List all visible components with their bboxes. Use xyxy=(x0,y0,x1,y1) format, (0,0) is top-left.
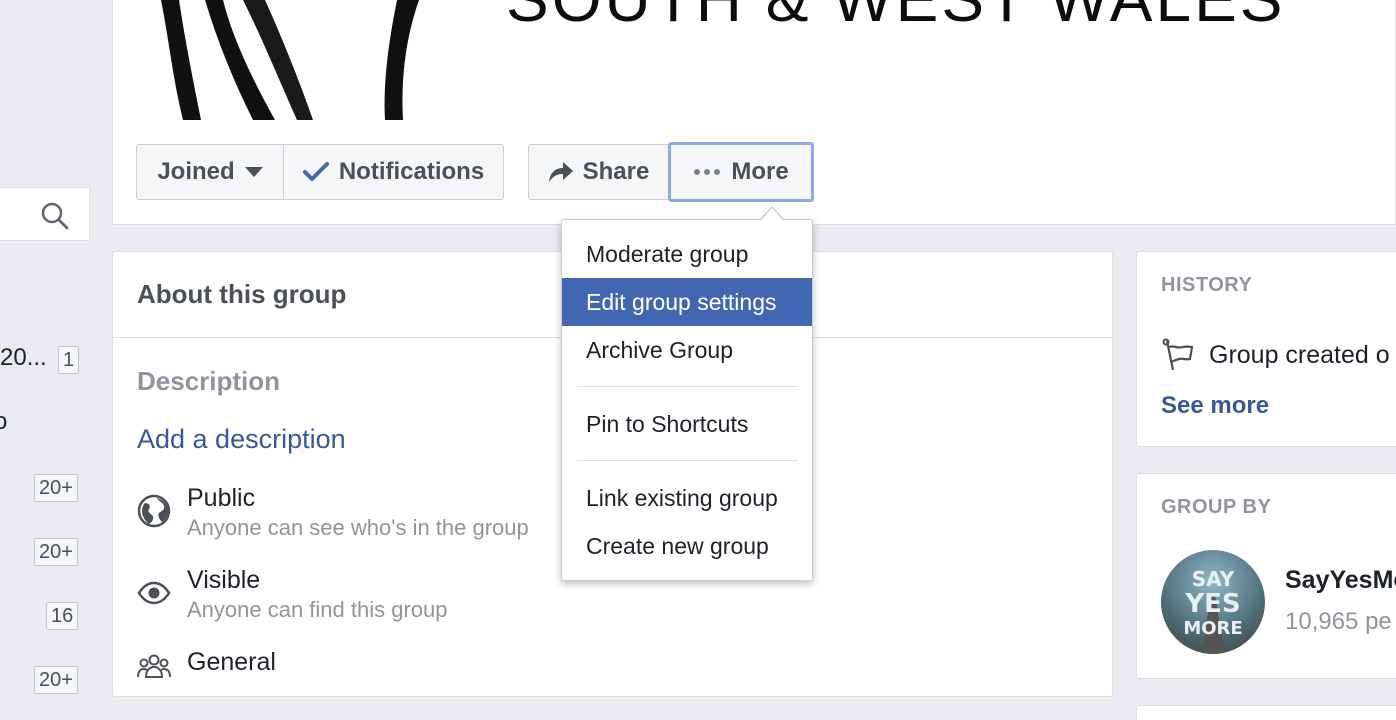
next-card xyxy=(1136,705,1396,720)
history-card: HISTORY Group created o See more xyxy=(1136,251,1396,447)
sidebar-item-fragment[interactable]: 20... xyxy=(0,344,47,372)
share-label: Share xyxy=(582,158,650,185)
menu-item-archive-group[interactable]: Archive Group xyxy=(562,326,812,374)
cover-photo[interactable]: SOUTH & WEST WALES xyxy=(113,0,1396,120)
sidebar-search-box[interactable] xyxy=(0,187,90,241)
avatar-image: SAY YES MORE xyxy=(1183,567,1243,654)
visibility-row: Visible Anyone can find this group xyxy=(137,566,448,623)
avatar-text-say: SAY xyxy=(1192,567,1235,591)
share-button[interactable]: Share xyxy=(528,144,670,200)
privacy-row: Public Anyone can see who's in the group xyxy=(137,484,529,541)
more-dropdown-menu: Moderate group Edit group settings Archi… xyxy=(561,219,813,581)
menu-item-moderate-group[interactable]: Moderate group xyxy=(562,230,812,278)
people-icon xyxy=(137,654,171,678)
group-type-row: General xyxy=(137,648,276,684)
avatar-text-more: MORE xyxy=(1183,618,1242,639)
more-button[interactable]: More xyxy=(668,142,814,202)
checkmark-icon xyxy=(302,162,329,181)
avatar-text-yes: YES xyxy=(1184,589,1240,619)
menu-item-edit-group-settings[interactable]: Edit group settings xyxy=(562,278,812,326)
history-created-text: Group created o xyxy=(1209,340,1390,369)
eye-icon xyxy=(137,581,171,605)
description-title: Description xyxy=(137,366,281,396)
menu-caret-fill xyxy=(760,208,784,221)
menu-item-create-new-group[interactable]: Create new group xyxy=(562,522,812,570)
more-label: More xyxy=(731,158,789,185)
group-by-card: GROUP BY SAY YES MORE SayYesMo 10,965 pe xyxy=(1136,473,1396,679)
owner-avatar[interactable]: SAY YES MORE xyxy=(1161,550,1265,654)
count-badge: 20+ xyxy=(34,538,78,566)
see-more-link[interactable]: See more xyxy=(1161,392,1269,420)
menu-item-link-existing-group[interactable]: Link existing group xyxy=(562,474,812,522)
menu-divider xyxy=(577,386,798,387)
privacy-title: Public xyxy=(187,484,256,512)
count-badge: 20+ xyxy=(34,474,78,502)
ellipsis-icon xyxy=(694,169,721,175)
joined-label: Joined xyxy=(157,158,235,185)
flag-icon xyxy=(1162,338,1194,371)
count-badge: 16 xyxy=(46,602,79,630)
group-by-header: GROUP BY xyxy=(1161,496,1272,518)
search-icon[interactable] xyxy=(40,201,70,231)
notifications-label: Notifications xyxy=(338,158,485,185)
count-badge: 1 xyxy=(58,346,80,374)
sidebar-item-fragment[interactable]: o xyxy=(0,408,7,436)
caret-down-icon xyxy=(244,167,263,177)
history-header: HISTORY xyxy=(1161,274,1253,296)
menu-item-pin-to-shortcuts[interactable]: Pin to Shortcuts xyxy=(562,400,812,448)
menu-divider xyxy=(577,460,798,461)
privacy-subtitle: Anyone can see who's in the group xyxy=(187,515,529,540)
share-arrow-icon xyxy=(548,162,573,182)
count-badge: 20+ xyxy=(34,666,78,694)
cover-title-text: SOUTH & WEST WALES xyxy=(506,0,1285,36)
cover-brush-strokes xyxy=(161,0,419,120)
visibility-subtitle: Anyone can find this group xyxy=(187,597,448,622)
group-type-title: General xyxy=(187,648,276,676)
owner-name-link[interactable]: SayYesMo xyxy=(1285,566,1396,595)
visibility-title: Visible xyxy=(187,566,261,594)
history-created-row: Group created o xyxy=(1161,338,1390,372)
add-description-link[interactable]: Add a description xyxy=(137,424,346,455)
globe-icon xyxy=(137,494,171,528)
owner-follower-count: 10,965 pe xyxy=(1285,608,1392,635)
notifications-button[interactable]: Notifications xyxy=(283,144,504,200)
joined-button[interactable]: Joined xyxy=(136,144,284,200)
